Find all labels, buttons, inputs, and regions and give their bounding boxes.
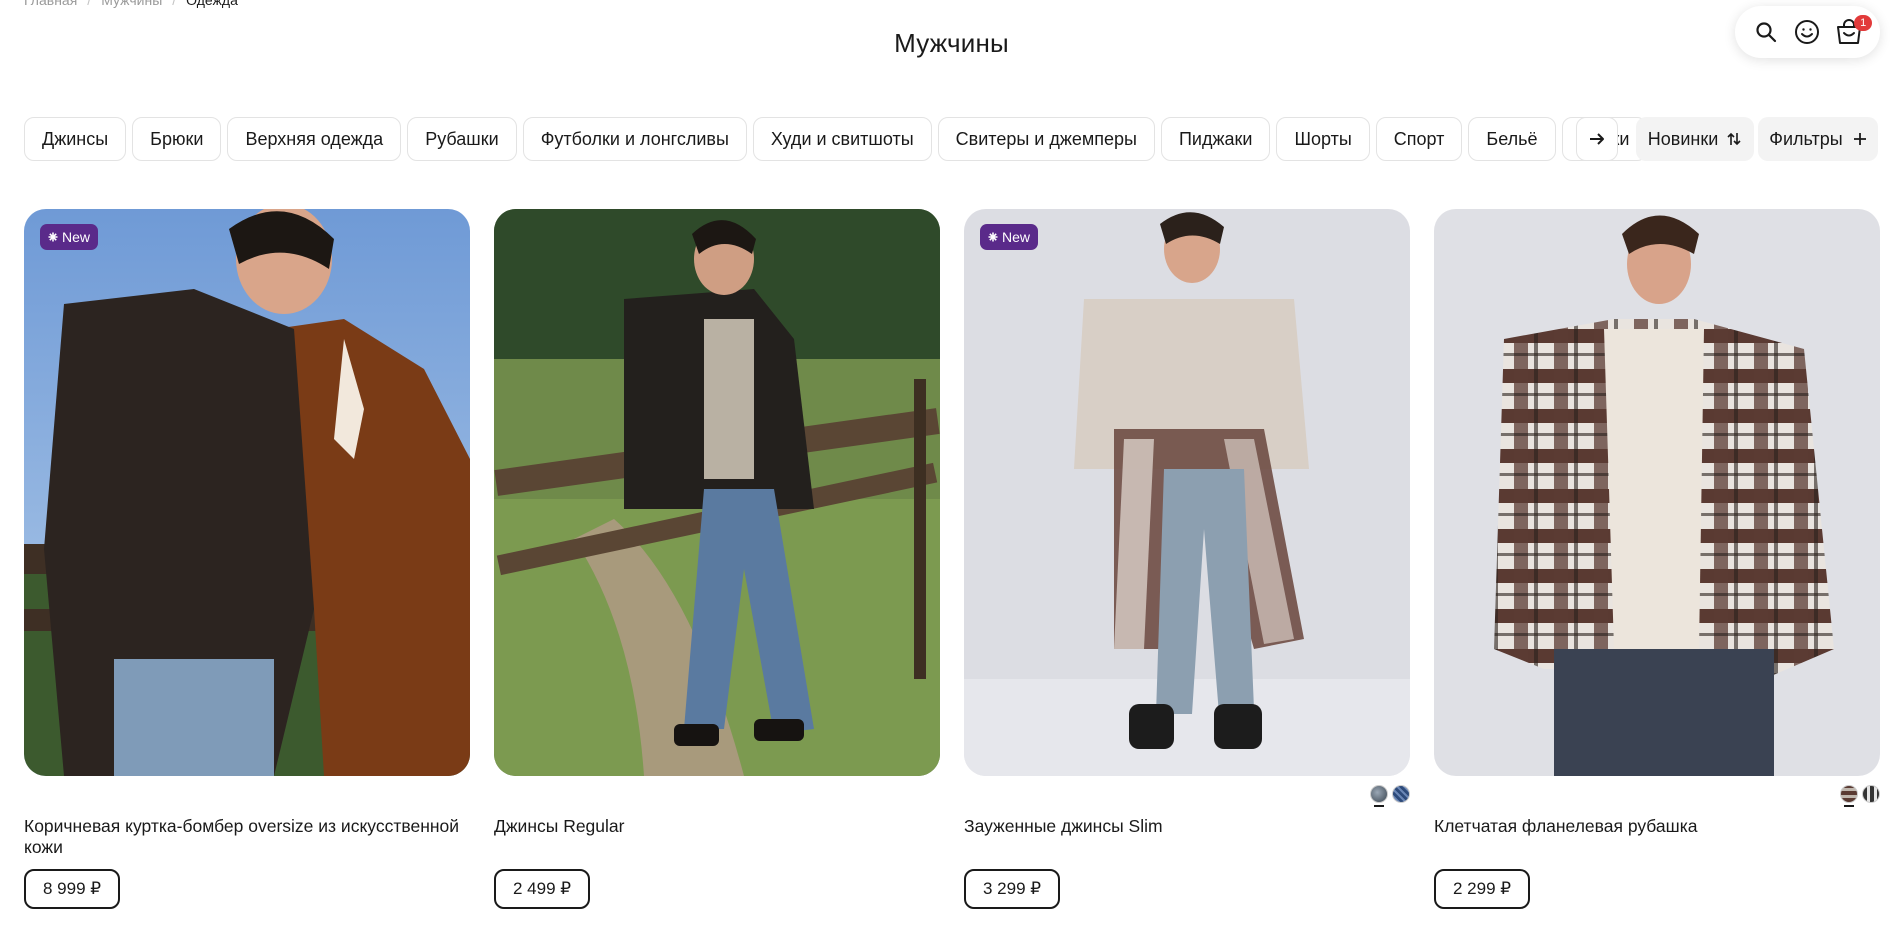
product-image[interactable] — [1434, 209, 1880, 776]
category-chip[interactable]: Пиджаки — [1160, 117, 1271, 161]
category-chip[interactable]: Бельё — [1468, 117, 1556, 161]
category-chip[interactable]: Верхняя одежда — [227, 117, 402, 161]
product-card[interactable]: New Коричневая куртка-бомбер oversize из… — [24, 209, 470, 909]
category-chip[interactable]: Спорт — [1375, 117, 1463, 161]
bag-icon[interactable]: 1 — [1832, 15, 1873, 49]
product-price[interactable]: 2 299 ₽ — [1434, 869, 1531, 909]
header-actions: 1 — [1735, 6, 1880, 58]
product-price[interactable]: 3 299 ₽ — [964, 869, 1061, 909]
breadcrumb-current: Одежда — [186, 0, 238, 8]
color-swatch-grey-blue[interactable] — [1370, 785, 1388, 807]
product-title[interactable]: Джинсы Regular — [494, 816, 940, 858]
sort-button[interactable]: Новинки — [1636, 117, 1754, 161]
cart-count-badge: 1 — [1854, 15, 1873, 31]
new-badge: New — [40, 224, 99, 250]
new-badge: New — [980, 224, 1039, 250]
sort-label: Новинки — [1647, 128, 1719, 149]
color-swatches — [1840, 785, 1880, 807]
category-chip[interactable]: Джинсы — [24, 117, 127, 161]
new-badge-label: New — [1002, 229, 1031, 245]
plus-icon — [1853, 133, 1866, 145]
breadcrumb-separator: / — [87, 0, 92, 8]
product-image[interactable] — [494, 209, 940, 776]
color-swatches — [1370, 785, 1410, 807]
chips-scroll-next-button[interactable] — [1576, 117, 1618, 161]
product-card[interactable]: Клетчатая фланелевая рубашка 2 299 ₽ — [1434, 209, 1880, 909]
product-title[interactable]: Коричневая куртка-бомбер oversize из иск… — [24, 816, 470, 858]
breadcrumb-separator: / — [172, 0, 177, 8]
category-chips-row: Джинсы Брюки Верхняя одежда Рубашки Футб… — [24, 117, 1648, 161]
filters-label: Фильтры — [1769, 128, 1843, 149]
sparkle-icon — [988, 232, 998, 242]
color-swatch-dark-blue[interactable] — [1392, 785, 1410, 803]
product-image[interactable]: New — [24, 209, 470, 776]
product-card[interactable]: New Зауженные джинсы Slim 3 299 ₽ — [964, 209, 1410, 909]
category-chip[interactable]: Брюки — [132, 117, 222, 161]
category-chip[interactable]: Шорты — [1276, 117, 1370, 161]
product-card[interactable]: Джинсы Regular 2 499 ₽ — [494, 209, 940, 909]
product-title[interactable]: Зауженные джинсы Slim — [964, 816, 1410, 858]
product-title[interactable]: Клетчатая фланелевая рубашка — [1434, 816, 1880, 858]
product-price[interactable]: 2 499 ₽ — [494, 869, 591, 909]
category-chip[interactable]: Худи и свитшоты — [752, 117, 932, 161]
category-chips: Джинсы Брюки Верхняя одежда Рубашки Футб… — [24, 117, 1648, 161]
filters-button[interactable]: Фильтры — [1758, 117, 1878, 161]
new-badge-label: New — [62, 229, 91, 245]
product-price[interactable]: 8 999 ₽ — [24, 869, 121, 909]
arrow-right-icon — [1590, 133, 1604, 145]
color-swatch-brown-plaid[interactable] — [1840, 785, 1858, 807]
sparkle-icon — [48, 232, 58, 242]
page-title: Мужчины — [894, 28, 1009, 58]
breadcrumb: Главная / Мужчины / Одежда — [24, 0, 238, 8]
color-swatch-grey-plaid[interactable] — [1862, 785, 1880, 803]
product-image[interactable]: New — [964, 209, 1410, 776]
search-icon[interactable] — [1749, 15, 1783, 49]
category-chip[interactable]: Рубашки — [407, 117, 517, 161]
breadcrumb-home[interactable]: Главная — [24, 0, 77, 8]
category-chip[interactable]: Футболки и лонгсливы — [522, 117, 747, 161]
category-chip[interactable]: Свитеры и джемперы — [937, 117, 1155, 161]
breadcrumb-men[interactable]: Мужчины — [101, 0, 162, 8]
sort-icon — [1727, 132, 1741, 146]
product-grid: New Коричневая куртка-бомбер oversize из… — [24, 209, 1880, 909]
smiley-icon[interactable] — [1790, 15, 1824, 49]
